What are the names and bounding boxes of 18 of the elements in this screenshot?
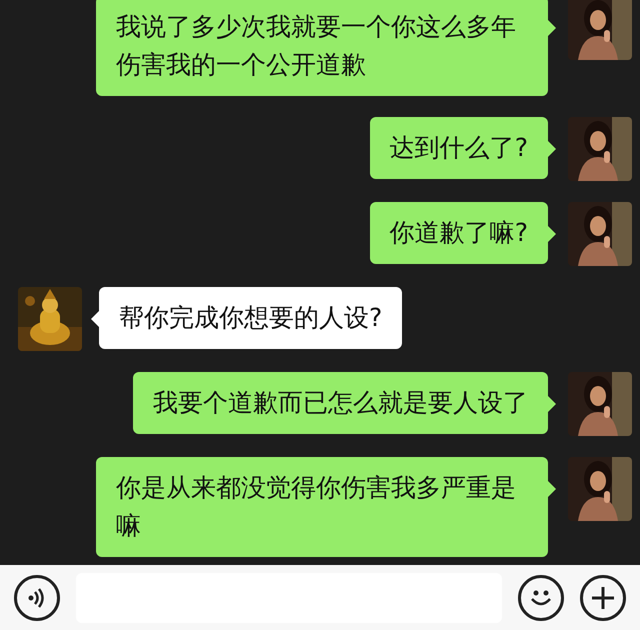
bubble-tail xyxy=(548,226,556,242)
message-bubble: 你是从来都没觉得你伤害我多严重是嘛 xyxy=(96,457,548,557)
bubble-tail xyxy=(91,311,99,327)
bubble-tail xyxy=(548,396,556,412)
bubble-tail xyxy=(548,20,556,36)
smiley-icon xyxy=(529,588,553,606)
voice-button[interactable] xyxy=(14,574,60,620)
plus-icon xyxy=(591,586,615,610)
message-bubble: 我说了多少次我就要一个你这么多年伤害我的一个公开道歉 xyxy=(96,0,548,96)
message-bubble: 帮你完成你想要的人设? xyxy=(99,287,402,349)
bubble-tail xyxy=(548,141,556,157)
voice-icon xyxy=(27,588,47,608)
emoji-button[interactable] xyxy=(518,574,564,620)
bubble-tail xyxy=(548,481,556,497)
message-bubble: 你道歉了嘛? xyxy=(370,202,548,264)
message-bubble: 我要个道歉而已怎么就是要人设了 xyxy=(133,372,548,434)
plus-button[interactable] xyxy=(580,574,626,620)
message-bubble: 达到什么了? xyxy=(370,117,548,179)
